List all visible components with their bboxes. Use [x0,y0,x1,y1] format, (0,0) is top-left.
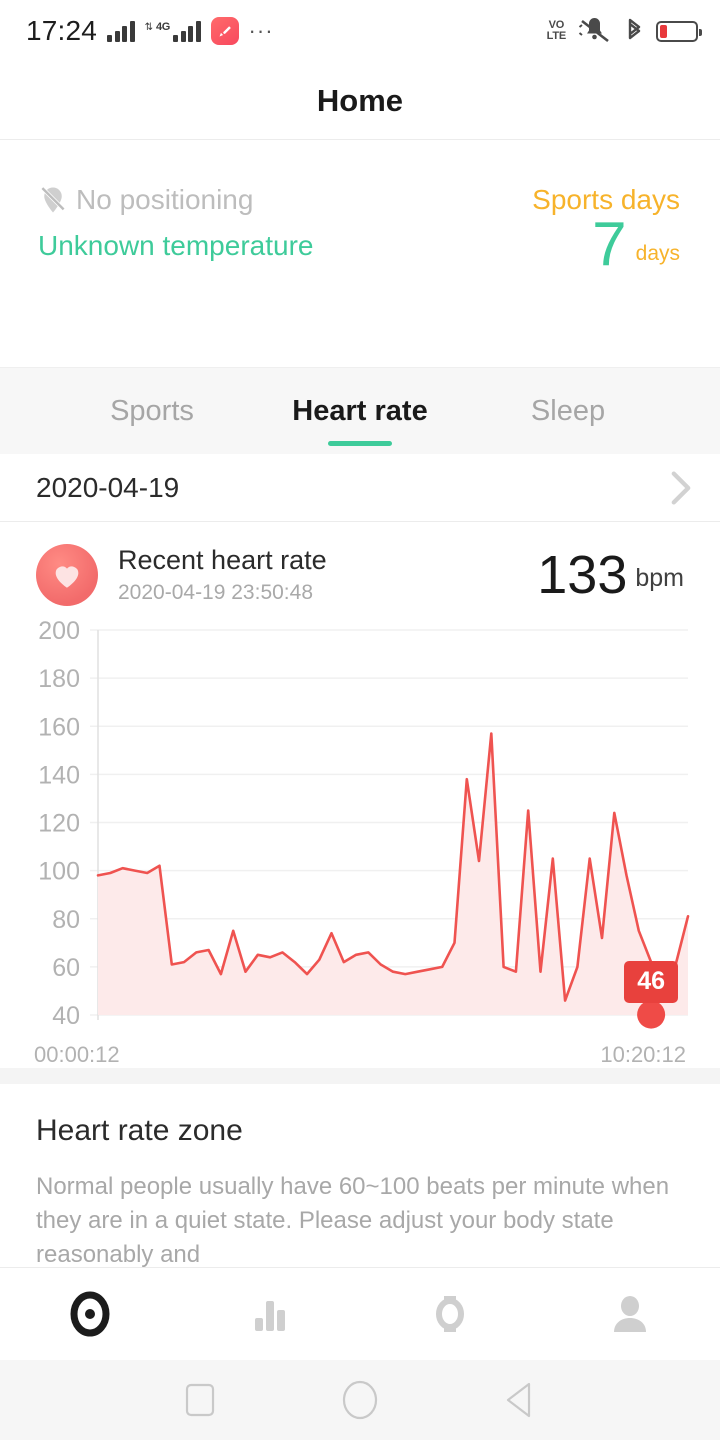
nav-item-statistics[interactable] [180,1268,360,1360]
positioning-row[interactable]: No positioning [38,184,313,216]
status-bar-right: VO LTE [546,17,702,45]
person-icon [614,1296,646,1332]
sports-days-block: Sports days 7 days [532,184,680,367]
home-button[interactable] [325,1365,395,1435]
back-triangle-icon [506,1382,531,1418]
watch-icon [436,1296,464,1332]
battery-low-icon [656,20,702,42]
heart-rate-zone-section: Heart rate zone Normal people usually ha… [0,1084,720,1267]
selected-date: 2020-04-19 [36,471,180,503]
home-target-icon [70,1291,110,1337]
positioning-label: No positioning [76,184,254,215]
svg-text:80: 80 [52,906,80,934]
tab-heart-rate-label: Heart rate [292,394,428,427]
chart-x-start-label: 00:00:12 [34,1042,120,1067]
status-bar: 17:24 ⇅ 4G ··· VO LTE [0,0,720,62]
chart-tooltip: 46 [624,960,679,1003]
heart-rate-value: 133 [537,544,628,605]
heart-rate-text: Recent heart rate 2020-04-19 23:50:48 [118,545,327,605]
nav-item-profile[interactable] [540,1268,720,1360]
bluetooth-icon [628,18,641,40]
chart-x-end-label: 10:20:12 [600,1042,686,1067]
summary-panel: No positioning Unknown temperature Sport… [0,140,720,368]
section-divider [0,1068,720,1084]
network-type-label: 4G [155,21,171,33]
page-title: Home [316,82,404,118]
chart-selected-marker [637,1000,666,1029]
data-arrows-icon: ⇅ [144,22,153,33]
signal-bars-4g-icon: ⇅ 4G [145,20,201,42]
status-bar-left: 17:24 ⇅ 4G ··· [26,15,274,47]
zone-title: Heart rate zone [36,1114,243,1147]
tab-bar: Sports Heart rate Sleep [0,368,720,454]
tab-heart-rate[interactable]: Heart rate [256,368,464,454]
chart-y-axis-labels: 200 180 160 140 120 100 80 60 40 [38,620,80,1030]
tab-sleep-label: Sleep [530,394,606,427]
svg-text:100: 100 [38,858,80,886]
heart-rate-header: Recent heart rate 2020-04-19 23:50:48 13… [28,544,692,606]
zone-description: Normal people usually have 60~100 beats … [36,1173,670,1267]
sports-days-row: 7 days [592,210,680,280]
heart-rate-title: Recent heart rate [118,545,327,575]
recents-square-icon [185,1383,215,1417]
sports-days-value: 7 [592,210,627,280]
nav-item-device[interactable] [360,1268,540,1360]
bar-chart-icon [255,1301,285,1331]
phone-screen: 17:24 ⇅ 4G ··· VO LTE Home No positionin… [0,0,720,1440]
temperature-label: Unknown temperature [38,230,314,261]
svg-text:40: 40 [52,1002,80,1030]
location-off-icon [40,186,66,213]
heart-rate-timestamp: 2020-04-19 23:50:48 [118,581,313,604]
heart-rate-chart[interactable]: 200 180 160 140 120 100 80 60 40 46 [28,620,692,1040]
summary-left: No positioning Unknown temperature [38,184,313,367]
back-button[interactable] [485,1365,555,1435]
chart-x-axis: 00:00:12 10:20:12 [28,1042,692,1068]
svg-text:120: 120 [38,810,80,838]
chevron-right-icon[interactable] [670,470,692,506]
tab-sleep[interactable]: Sleep [464,368,672,454]
system-nav-bar [0,1360,720,1440]
svg-text:160: 160 [38,713,80,741]
volte-icon: VO LTE [546,19,567,42]
signal-bars-icon [107,20,135,42]
status-time: 17:24 [26,15,98,46]
heart-rate-unit: bpm [635,564,684,593]
bottom-nav-bar [0,1267,720,1360]
title-bar: Home [0,62,720,140]
tab-sports[interactable]: Sports [48,368,256,454]
heart-icon [36,544,98,606]
recents-button[interactable] [165,1365,235,1435]
tab-sports-label: Sports [110,394,194,427]
svg-text:60: 60 [52,954,80,982]
svg-text:140: 140 [38,761,80,789]
date-selector-row[interactable]: 2020-04-19 [0,454,720,522]
chart-canvas: 200 180 160 140 120 100 80 60 40 [38,620,690,1030]
svg-text:180: 180 [38,665,80,693]
home-circle-icon [342,1380,378,1420]
heart-rate-card: Recent heart rate 2020-04-19 23:50:48 13… [0,522,720,1068]
mute-bell-icon [578,18,609,43]
heart-rate-value-block: 133 bpm [537,544,684,605]
app-badge-icon [210,17,239,45]
overflow-dots-icon: ··· [248,18,274,44]
tab-underline-active [328,441,392,446]
svg-text:200: 200 [38,620,80,645]
sports-days-unit: days [635,242,680,266]
nav-item-home[interactable] [0,1268,180,1360]
